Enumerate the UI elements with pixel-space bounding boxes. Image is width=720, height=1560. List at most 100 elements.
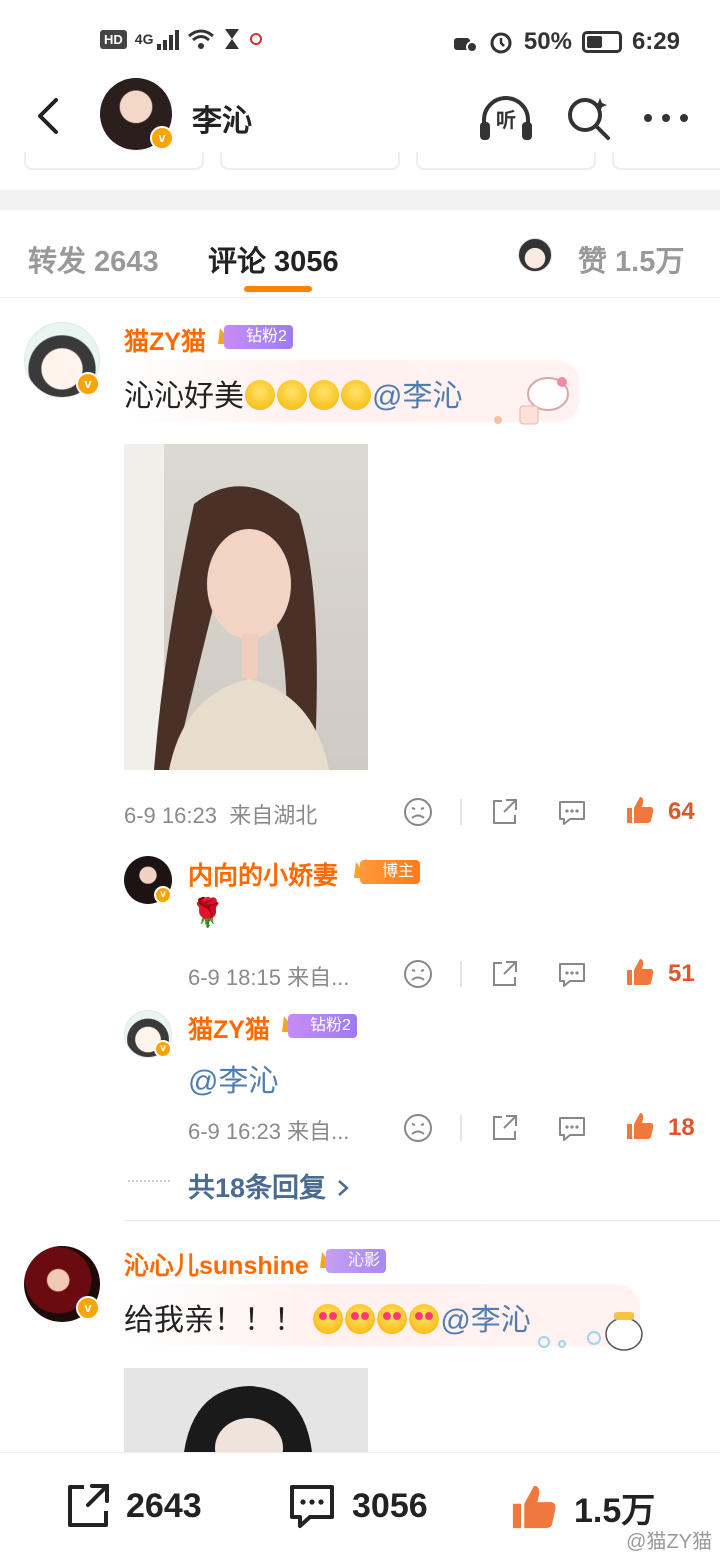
tab-like[interactable]: 赞 1.5万 <box>578 238 684 280</box>
signal-icon <box>157 28 180 50</box>
comment-image[interactable] <box>124 444 368 770</box>
back-arrow-icon[interactable] <box>26 92 74 140</box>
status-left: HD 4G <box>100 28 263 50</box>
reply-meta: 6-9 16:23 来自... <box>188 1119 350 1144</box>
repost-count: 2643 <box>126 1486 202 1525</box>
share-icon <box>68 1484 109 1527</box>
page-title[interactable]: 李沁 <box>192 96 252 140</box>
share-icon[interactable] <box>488 1112 520 1144</box>
watermark: @猫ZY猫 <box>626 1531 712 1553</box>
comment-body: 给我亲！！！ <box>124 1304 304 1337</box>
tab-repost[interactable]: 转发 2643 <box>28 238 159 280</box>
card-edge <box>24 152 204 170</box>
grin-emoji-icon <box>341 380 371 410</box>
more-replies-label: 共18条回复 <box>188 1173 327 1203</box>
like-count: 51 <box>668 960 695 987</box>
battery-icon <box>581 31 622 53</box>
comment-icon[interactable] <box>556 796 588 828</box>
heart-eyes-emoji-icon <box>345 1304 376 1334</box>
frown-icon[interactable] <box>402 958 434 990</box>
reply-meta: 6-9 18:15 来自... <box>188 965 350 990</box>
hd-indicator: HD <box>100 29 127 49</box>
verified-badge-icon: v <box>76 1296 100 1320</box>
listen-button[interactable]: 听 <box>478 90 534 146</box>
author-badge: 博主 <box>360 860 421 884</box>
share-icon[interactable] <box>488 796 520 828</box>
vpn-lock-icon <box>453 38 478 53</box>
reply-author-name[interactable]: 内向的小娇妻 <box>188 856 338 892</box>
wifi-icon <box>188 29 215 49</box>
view-all-replies-link[interactable]: 共18条回复 <box>188 1166 354 1205</box>
verified-badge-icon: v <box>154 1040 172 1058</box>
comment-text: 沁沁好美 @李沁 <box>124 371 462 415</box>
reply-text: 🌹 <box>190 897 225 928</box>
interaction-tabs: 转发 2643 评论 3056 赞 1.5万 <box>0 210 720 298</box>
comment-icon[interactable] <box>556 1112 588 1144</box>
action-separator <box>460 961 462 987</box>
comment-icon[interactable] <box>556 958 588 990</box>
chevron-right-icon <box>338 1180 349 1196</box>
frown-icon[interactable] <box>402 796 434 828</box>
like-count: 18 <box>668 1114 695 1141</box>
repost-button[interactable]: 2643 <box>62 1481 202 1531</box>
more-button[interactable] <box>638 90 694 146</box>
battery-percent: 50% <box>523 28 572 55</box>
like-count: 64 <box>668 798 695 825</box>
fan-badge: 钻粉2 <box>288 1014 357 1038</box>
search-icon <box>568 98 610 140</box>
portrait-photo <box>184 1386 312 1452</box>
shocked-emoji-icon <box>245 380 275 410</box>
card-edge <box>416 152 596 170</box>
comment-location: 来自湖北 <box>229 803 318 828</box>
card-edge <box>612 152 720 170</box>
reply-thread-line <box>128 1180 170 1182</box>
comment-icon <box>290 1485 334 1528</box>
commenter-name[interactable]: 沁心儿sunshine <box>124 1246 309 1282</box>
comment-image[interactable] <box>124 1368 368 1452</box>
comment-button[interactable]: 3056 <box>286 1481 428 1531</box>
comment-meta: 6-9 16:23 来自湖北 <box>124 798 317 830</box>
verified-badge-icon: v <box>154 886 172 904</box>
frown-icon[interactable] <box>402 1112 434 1144</box>
portrait-photo <box>124 444 329 770</box>
heart-eyes-emoji-icon <box>313 1304 344 1334</box>
post-cards-edge <box>0 152 720 174</box>
mention-link[interactable]: @李沁 <box>440 1304 530 1337</box>
share-icon[interactable] <box>488 958 520 990</box>
clock: 6:29 <box>631 28 680 55</box>
action-separator <box>460 1115 462 1141</box>
top-navigation: v 李沁 听 <box>0 78 720 152</box>
thumb-up-icon[interactable] <box>624 794 656 826</box>
hourglass-icon <box>225 29 240 49</box>
action-separator <box>460 799 462 825</box>
tab-comment[interactable]: 评论 3056 <box>208 238 339 280</box>
section-divider <box>0 190 720 210</box>
listen-label: 听 <box>496 110 516 132</box>
thumb-up-icon[interactable] <box>624 956 656 988</box>
shocked-emoji-icon <box>277 380 307 410</box>
status-right: 50% 6:29 <box>452 28 680 56</box>
heart-eyes-emoji-icon <box>377 1304 408 1334</box>
network-type: 4G <box>134 31 154 47</box>
search-button[interactable] <box>560 90 616 146</box>
mention-link[interactable]: @李沁 <box>372 380 462 413</box>
comment-text: 给我亲！！！ @李沁 <box>124 1295 531 1339</box>
thumb-up-icon[interactable] <box>624 1110 656 1142</box>
commenter-name[interactable]: 猫ZY猫 <box>124 322 206 358</box>
thumb-up-icon <box>512 1485 556 1529</box>
hello-kitty-sticker-icon <box>494 377 569 425</box>
grin-emoji-icon <box>309 380 339 410</box>
bubble-sticker-icon <box>538 1312 643 1351</box>
comment-body: 沁沁好美 <box>124 380 244 413</box>
reply-author-name[interactable]: 猫ZY猫 <box>188 1010 270 1046</box>
bottom-action-bar: 2643 3056 1.5万 @猫ZY猫 <box>0 1452 720 1560</box>
fan-badge: 钻粉2 <box>224 325 293 349</box>
liker-avatar <box>518 238 552 272</box>
verified-badge-icon: v <box>76 372 100 396</box>
status-bar: HD 4G 50% 6:29 <box>0 0 720 80</box>
verified-badge-icon: v <box>150 126 174 150</box>
card-edge <box>220 152 400 170</box>
mention-link[interactable]: @李沁 <box>188 1056 278 1100</box>
active-tab-indicator <box>244 286 312 292</box>
app-notification-icon <box>250 33 263 45</box>
